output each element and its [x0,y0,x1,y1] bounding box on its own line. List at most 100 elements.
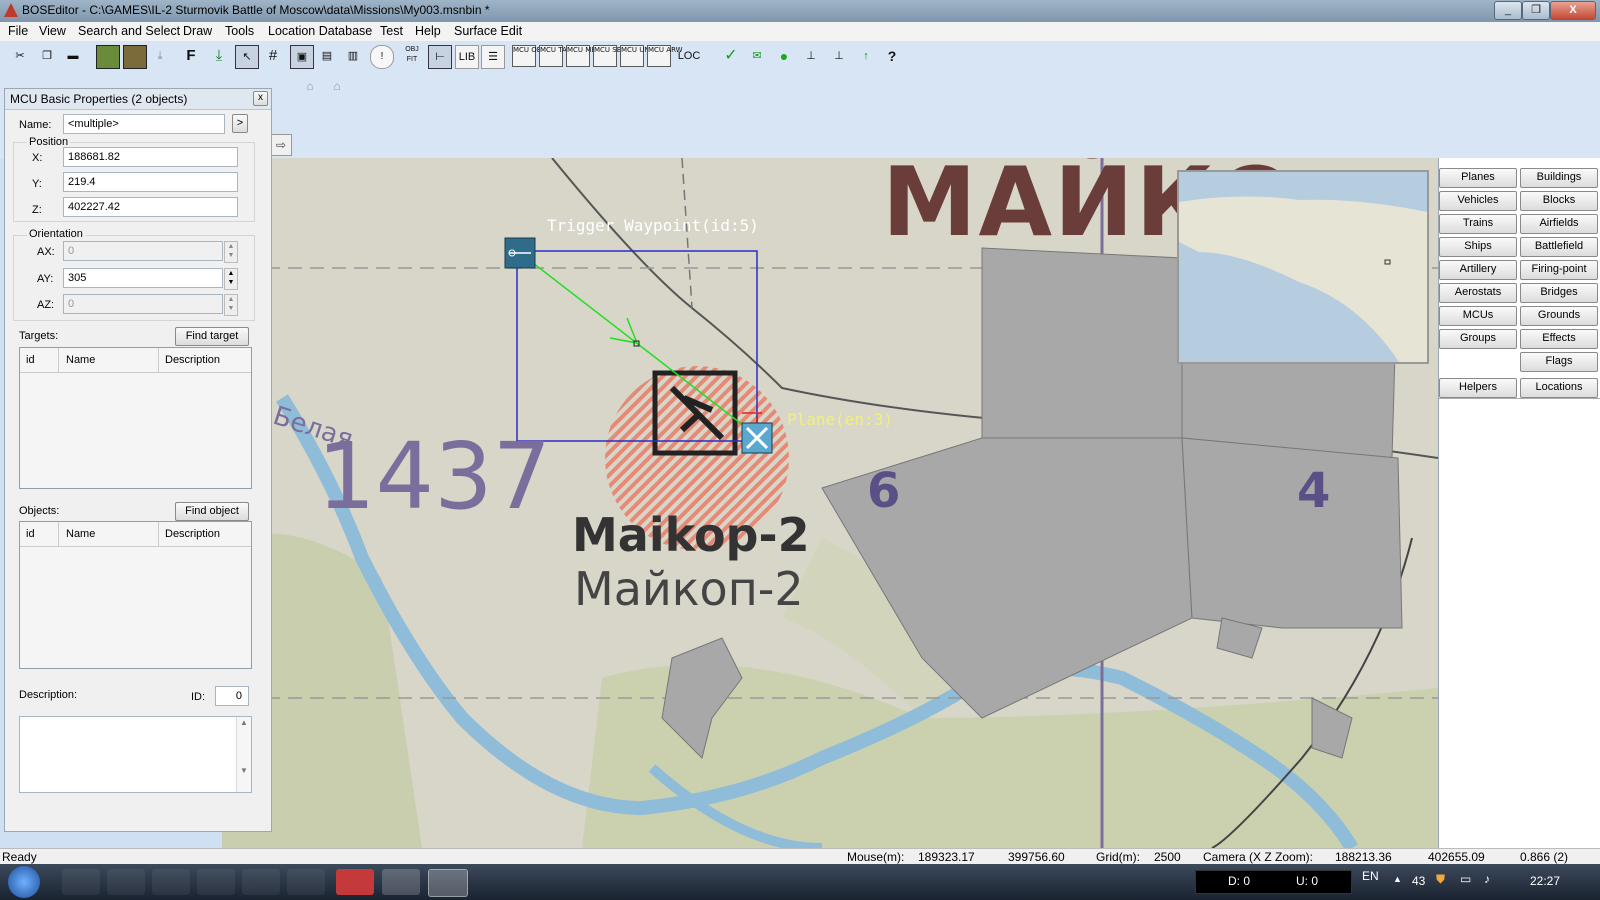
download-icon[interactable]: ⤓ [149,45,171,67]
effects-button[interactable]: Effects [1520,329,1598,349]
vehicles-button[interactable]: Vehicles [1439,191,1517,211]
minimize-button[interactable]: _ [1494,1,1522,20]
loc-button[interactable]: LOC [676,45,702,67]
mcu-mes-button[interactable]: MCU MES [566,45,600,67]
obj-fit-icon[interactable]: OBJ FIT [401,45,423,67]
map-view2-icon[interactable] [123,45,147,69]
up-arrow-icon[interactable]: ↑ [855,45,877,67]
maximize-button[interactable]: ❐ [1522,1,1550,20]
az-spinner[interactable]: ▲ ▼ [224,294,238,316]
exclaim-button[interactable]: ! [370,45,394,69]
menu-search-select[interactable]: Search and Select [78,24,180,38]
green-dot-icon[interactable]: ● [773,45,795,67]
grounds-button[interactable]: Grounds [1520,306,1598,326]
battlefield-button[interactable]: Battlefield [1520,237,1598,257]
helpers-button[interactable]: Helpers [1439,378,1517,398]
mcu-tar-button[interactable]: MCU TAR [539,45,572,67]
ay-field[interactable]: 305 [63,268,223,288]
taskbar-app-game-icon[interactable] [197,869,235,895]
level2-icon[interactable]: ⊥ [828,45,850,67]
name-field[interactable]: <multiple> [63,114,225,134]
shield-icon[interactable]: ⛊ [1436,872,1445,887]
firing-point-button[interactable]: Firing-point [1520,260,1598,280]
ruler-icon[interactable]: ▬ [62,45,84,67]
volume-icon[interactable]: ♪ [1484,872,1490,886]
language-indicator[interactable]: EN [1362,869,1379,883]
menu-test[interactable]: Test [380,24,403,38]
cut-icon[interactable]: ✂ [9,45,31,67]
import-icon[interactable]: ⤓ [208,45,230,67]
description-scrollbar[interactable]: ▲ ▼ [236,717,251,792]
menu-file[interactable]: File [8,24,28,38]
taskbar-app-globe-icon[interactable] [287,869,325,895]
plane-icon[interactable] [742,423,772,453]
ships-button[interactable]: Ships [1439,237,1517,257]
taskbar-app-red-icon[interactable] [336,869,374,895]
description-textarea[interactable]: ▲ ▼ [19,716,252,793]
mcu-obj-button[interactable]: MCU OBJ [512,45,544,67]
minimap[interactable] [1177,170,1429,364]
mcus-button[interactable]: MCUs [1439,306,1517,326]
taskbar-app-notepad-icon[interactable] [62,869,100,895]
map-canvas[interactable]: МАЙКО 1437 Белая Maikop-2 Майкоп-2 6 4 T… [222,158,1438,848]
clock[interactable]: 22:27 [1530,874,1560,888]
grid-icon[interactable]: # [262,45,284,67]
close-button[interactable]: X [1550,1,1596,20]
targets-list[interactable]: id Name Description [19,347,252,489]
planes-button[interactable]: Planes [1439,168,1517,188]
buildings-button[interactable]: Buildings [1520,168,1598,188]
find-object-button[interactable]: Find object [175,502,249,521]
tray-expand-icon[interactable]: ▲ [1393,874,1402,884]
select-tool-icon[interactable]: ↖ [235,45,259,69]
blocks-button[interactable]: Blocks [1520,191,1598,211]
lib-button[interactable]: LIB [455,45,479,69]
name-expand-button[interactable]: > [232,114,248,133]
z-field[interactable]: 402227.42 [63,197,238,217]
f-button[interactable]: F [180,45,202,67]
ay-spinner[interactable]: ▲ ▼ [224,268,238,290]
taskbar-app-controller-icon[interactable] [242,869,280,895]
info-box-icon[interactable]: ▣ [290,45,314,69]
find-target-button[interactable]: Find target [175,327,249,346]
y-field[interactable]: 219.4 [63,172,238,192]
help-button[interactable]: ? [881,45,903,67]
level-icon[interactable]: ⊥ [800,45,822,67]
menu-tools[interactable]: Tools [225,24,254,38]
aerostats-button[interactable]: Aerostats [1439,283,1517,303]
objects-list[interactable]: id Name Description [19,521,252,669]
mcu-sel-button[interactable]: MCU SEL [593,45,625,67]
ax-field[interactable]: 0 [63,241,223,261]
map-view-icon[interactable] [96,45,120,69]
check-icon[interactable]: ✓ [720,45,742,67]
taskbar-app-settings-icon[interactable] [107,869,145,895]
envelope-icon[interactable]: ✉ [746,45,768,67]
menu-draw[interactable]: Draw [183,24,212,38]
az-field[interactable]: 0 [63,294,223,314]
panel-toggle-icon[interactable]: ⇨ [270,134,292,156]
locations-button[interactable]: Locations [1520,378,1598,398]
artillery-button[interactable]: Artillery [1439,260,1517,280]
graph-icon[interactable]: ▥ [342,45,364,67]
start-button[interactable] [8,866,40,898]
airfields-button[interactable]: Airfields [1520,214,1598,234]
taskbar-app-chart-icon[interactable] [152,869,190,895]
menu-location-database[interactable]: Location Database [268,24,372,38]
x-field[interactable]: 188681.82 [63,147,238,167]
flags-button[interactable]: Flags [1520,352,1598,372]
menu-help[interactable]: Help [415,24,441,38]
groups-button[interactable]: Groups [1439,329,1517,349]
mcu-unse-button[interactable]: MCU UNSE [620,45,659,67]
panel-close-button[interactable]: x [253,91,268,106]
menu-surface-edit[interactable]: Surface Edit [454,24,522,38]
bridges-button[interactable]: Bridges [1520,283,1598,303]
trains-button[interactable]: Trains [1439,214,1517,234]
taskbar-app-boseditor-icon[interactable] [428,869,468,897]
menu-view[interactable]: View [39,24,66,38]
mcu-arw-button[interactable]: MCU ARW [647,45,683,67]
ax-spinner[interactable]: ▲ ▼ [224,241,238,263]
id-field[interactable]: 0 [215,686,249,706]
align-icon[interactable]: ⊢ [428,45,452,69]
copy-icon[interactable]: ❐ [36,45,58,67]
text-box-icon[interactable]: ▤ [316,45,338,67]
trigger-waypoint-icon[interactable] [505,238,535,268]
